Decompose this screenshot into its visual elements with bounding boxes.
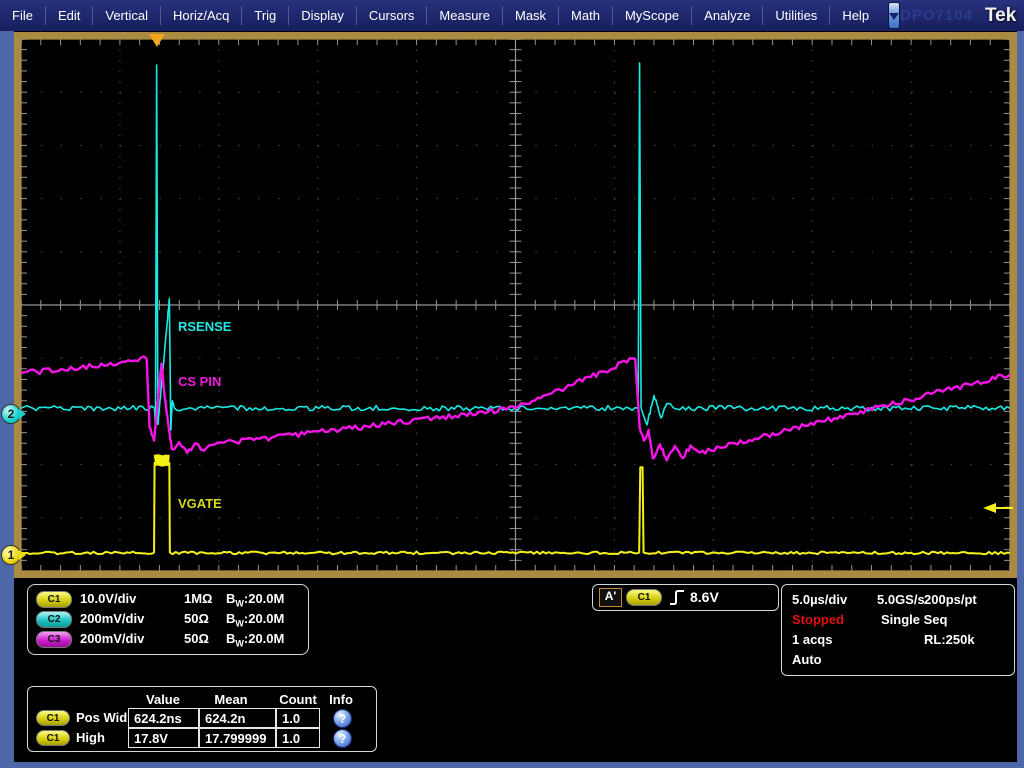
trace-rsense [641,395,674,424]
channel-badge-c2[interactable]: C2 [36,611,72,628]
menu-myscope[interactable]: MyScope [613,0,691,31]
channel-scale: 200mV/div [80,631,144,646]
acquisition-state: Stopped [792,612,844,627]
trace-vgate [170,552,639,555]
trigger-arm-badge: A' [599,588,622,607]
trace-rsense [638,63,641,408]
menu-bar: FileEditVerticalHoriz/AcqTrigDisplayCurs… [0,0,1024,31]
menu-measure[interactable]: Measure [427,0,502,31]
chevron-down-icon [889,13,899,20]
rising-edge-icon [669,588,685,607]
meas-header-value: Value [146,692,180,707]
acquisition-count: 1 acqs [792,632,832,647]
meas-source-badge[interactable]: C1 [36,710,70,726]
trace-cs-pin [21,357,147,374]
trace-cs-pin [172,442,215,453]
meas-value: 624.2ns [128,708,199,728]
trace-cs-pin [653,444,699,460]
trace-label-cs-pin: CS PIN [178,374,221,389]
trigger-level-value: 8.6V [690,589,719,605]
meas-count: 1.0 [276,728,320,748]
menu-items: FileEditVerticalHoriz/AcqTrigDisplayCurs… [0,0,881,31]
trigger-level-marker-icon[interactable] [983,503,1013,513]
meas-header-mean: Mean [214,692,247,707]
trace-vgate [21,552,154,555]
channel-impedance: 1MΩ [184,591,212,606]
menu-cursors[interactable]: Cursors [357,0,427,31]
trace-cs-pin [215,358,635,444]
menu-vertical[interactable]: Vertical [93,0,160,31]
channel-bandwidth: BW:20.0M [226,611,284,629]
info-icon[interactable]: ? [333,709,352,728]
trace-rsense [21,406,155,411]
channel-badge-c3[interactable]: C3 [36,631,72,648]
trace-vgate [639,467,643,553]
trigger-mode: Auto [792,652,822,667]
tek-logo: Tek [985,5,1016,27]
channel-settings-panel[interactable]: C1 10.0V/div 1MΩ BW:20.0M C2 200mV/div 50Ω BW:2… [27,584,309,655]
meas-name: High [76,730,105,745]
trigger-position-marker-icon[interactable] [149,34,165,47]
sample-rate: 5.0GS/s [877,592,925,607]
model-label: DPO7104 [900,7,973,24]
menu-trig[interactable]: Trig [242,0,288,31]
meas-count: 1.0 [276,708,320,728]
acquisition-mode: Single Seq [881,612,947,627]
scope-content-area: RSENSECS PINVGATE 2 1 C110.0V/div1MΩBW:2… [14,31,1017,762]
trigger-readout-panel[interactable]: A' C1 8.6V [592,584,779,611]
channel-badge-c1[interactable]: C1 [36,591,72,608]
meas-mean: 17.799999 [199,728,276,748]
channel-scale: 10.0V/div [80,591,136,606]
menu-math[interactable]: Math [559,0,612,31]
trace-rsense [674,406,1010,411]
trace-cs-pin [699,374,1010,453]
channel-impedance: 50Ω [184,611,209,626]
trace-rsense [174,406,638,411]
channel-bandwidth: BW:20.0M [226,591,284,609]
menu-display[interactable]: Display [289,0,356,31]
trace-rsense [155,65,158,427]
trace-vgate [644,552,1010,555]
horizontal-acquisition-panel[interactable]: 5.0µs/div 5.0GS/s 200ps/pt Stopped Singl… [781,584,1015,676]
menu-horiz-acq[interactable]: Horiz/Acq [161,0,241,31]
graticule-plot [21,39,1010,571]
info-icon[interactable]: ? [333,729,352,748]
oscilloscope-screen: FileEditVerticalHoriz/AcqTrigDisplayCurs… [0,0,1024,768]
menu-mask[interactable]: Mask [503,0,558,31]
time-per-div: 5.0µs/div [792,592,847,607]
meas-name: Pos Wid [76,710,127,725]
channel2-position-marker[interactable]: 2 [1,404,21,424]
menu-edit[interactable]: Edit [46,0,92,31]
menu-overflow-button[interactable] [888,2,900,29]
meas-header-info: Info [329,692,353,707]
meas-header-count: Count [279,692,317,707]
trace-vgate [155,460,170,461]
channel-bandwidth: BW:20.0M [226,631,284,649]
meas-mean: 624.2n [199,708,276,728]
trigger-source-badge: C1 [626,589,662,606]
menu-file[interactable]: File [0,0,45,31]
measurement-table[interactable]: Value Mean Count Info C1 Pos Wid624.2ns624.2n… [27,686,377,752]
record-length: RL:250k [924,632,975,647]
titlebar-right: DPO7104 Tek [900,2,1024,30]
trace-label-rsense: RSENSE [178,319,231,334]
trace-vgate [154,463,170,553]
channel-scale: 200mV/div [80,611,144,626]
trace-label-vgate: VGATE [178,496,222,511]
meas-source-badge[interactable]: C1 [36,730,70,746]
resolution: 200ps/pt [924,592,977,607]
channel-impedance: 50Ω [184,631,209,646]
menu-help[interactable]: Help [830,0,881,31]
meas-value: 17.8V [128,728,199,748]
menu-utilities[interactable]: Utilities [763,0,829,31]
waveform-display[interactable]: RSENSE CS PIN VGATE [14,32,1017,578]
channel1-position-marker[interactable]: 1 [1,545,21,565]
menu-analyze[interactable]: Analyze [692,0,762,31]
